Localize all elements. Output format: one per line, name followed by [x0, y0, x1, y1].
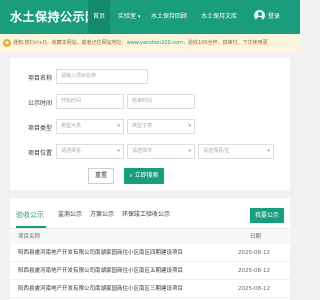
results-panel: 验收公示 监测公示 方案公示 环保竣工验收公示 我要公示 项目名称 日期 阳西县… [10, 198, 290, 300]
county-select[interactable]: 请选择县/区 [198, 144, 274, 159]
table-row[interactable]: 阳西县虞河南地产开发有限公司南湖家园商住小区南区三期建设项目 2025-08-1… [10, 280, 290, 298]
type-category-select[interactable]: 类型大类 [56, 119, 124, 134]
start-time-input[interactable]: 开始时间 [56, 94, 124, 109]
project-type-label: 项目类型 [28, 125, 53, 132]
nav-lab[interactable]: 实验室 ▾ [113, 0, 145, 34]
nav-lab-label: 实验室 [118, 13, 137, 20]
search-form: 项目名称 请输入项目名称 公示时间 开始时间 结束时间 项目类型 类型大类 类型… [10, 58, 290, 190]
search-button-label: 立即搜索 [134, 172, 159, 179]
row-date: 2025-08-12 [238, 250, 270, 256]
nav-home[interactable]: 首页 [88, 0, 111, 34]
province-select[interactable]: 请选择省 [56, 144, 124, 159]
chevron-down-icon: ▾ [137, 14, 141, 20]
type-subcategory-select[interactable]: 类型子类 [127, 119, 195, 134]
table-row[interactable]: 阳西县虞河南地产开发有限公司南湖家园商住小区南区五期建设项目 2025-08-1… [10, 262, 290, 280]
column-header-title: 项目名称 [18, 234, 41, 240]
notice-text-before: 通知:按Ctrl+D，收藏本网站，或者记住网站地址： [13, 40, 127, 46]
search-icon: ⌕ [129, 172, 133, 179]
tab-monitoring[interactable]: 监测公示 [58, 204, 82, 226]
publish-button[interactable]: 我要公示 [250, 208, 284, 223]
row-title[interactable]: 阳西县虞河南地产开发有限公司南湖家园商住小区南区四期建设项目 [18, 244, 183, 262]
tab-divider [10, 228, 290, 229]
reset-button[interactable]: 重置 [88, 168, 114, 184]
city-select[interactable]: 请选择市 [127, 144, 195, 159]
nav-review[interactable]: 水土保持回顾 [146, 0, 192, 34]
notice-site-url[interactable]: www.yanshou100.com [127, 40, 183, 46]
notice-text-after: ，验收100全杯、搞审付、下次使用更 [183, 40, 268, 46]
tab-acceptance[interactable]: 验收公示 [16, 204, 44, 226]
project-location-label: 项目位置 [28, 150, 53, 157]
notice-bar: ◉ 通知:按Ctrl+D，收藏本网站，或者记住网站地址：www.yanshou1… [0, 34, 300, 52]
search-button[interactable]: ⌕ 立即搜索 [124, 168, 164, 184]
table-row[interactable]: 阳西县虞河南地产开发有限公司南湖家园商住小区南区四期建设项目 2025-08-1… [10, 244, 290, 262]
notice-text: 通知:按Ctrl+D，收藏本网站，或者记住网站地址：www.yanshou100… [13, 34, 268, 52]
user-avatar-icon[interactable] [254, 10, 265, 21]
end-time-input[interactable]: 结束时间 [127, 94, 195, 109]
tab-plan[interactable]: 方案公示 [90, 204, 114, 226]
project-name-label: 项目名称 [28, 75, 53, 82]
tab-env-acceptance[interactable]: 环保竣工验收公示 [122, 204, 170, 226]
row-title[interactable]: 阳西县虞河南地产开发有限公司南湖家园商住小区南区五期建设项目 [18, 262, 183, 280]
publish-time-label: 公示时间 [28, 100, 53, 107]
column-header-date: 日期 [250, 234, 262, 240]
table-header: 项目名称 日期 [10, 230, 290, 244]
row-date: 2025-08-12 [238, 268, 270, 274]
top-navigation-bar: 水土保持公示网 首页 实验室 ▾ 水土保持回顾 水土保持文库 登录 [0, 0, 300, 34]
speaker-icon: ◉ [3, 39, 11, 47]
site-logo[interactable]: 水土保持公示网 [10, 8, 98, 25]
login-link[interactable]: 登录 [268, 0, 280, 34]
nav-library[interactable]: 水土保持文库 [196, 0, 242, 34]
row-title[interactable]: 阳西县虞河南地产开发有限公司南湖家园商住小区南区三期建设项目 [18, 280, 183, 298]
row-date: 2025-08-12 [238, 286, 270, 292]
project-name-input[interactable]: 请输入项目名称 [56, 69, 148, 84]
